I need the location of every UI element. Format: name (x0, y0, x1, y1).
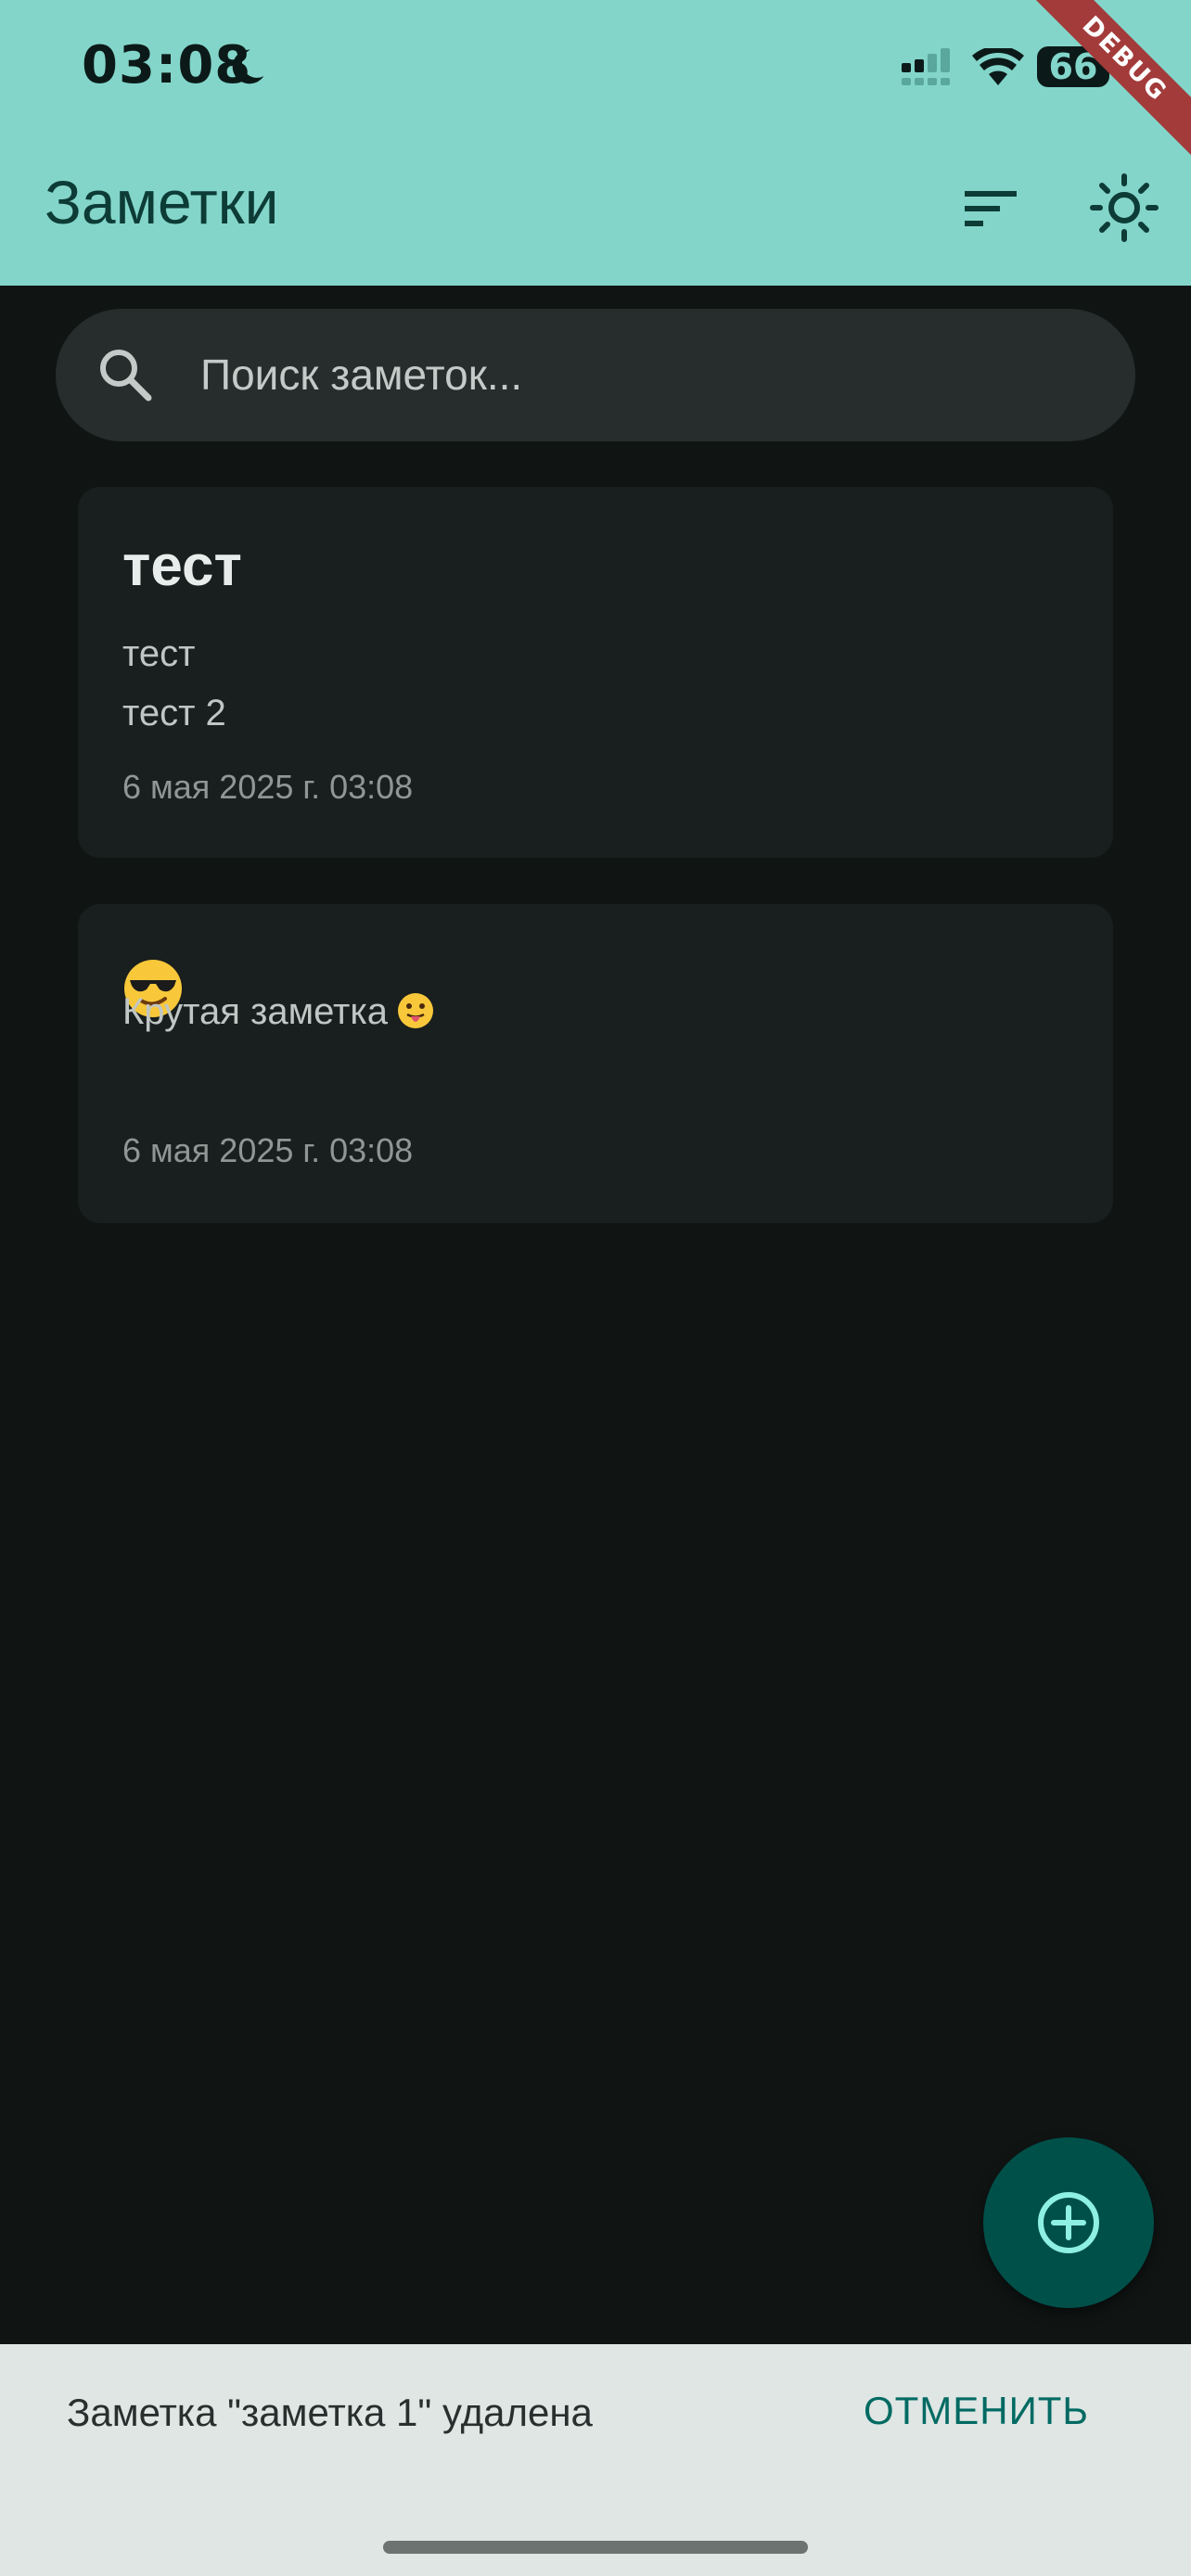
undo-button[interactable]: ОТМЕНИТЬ (864, 2389, 1089, 2433)
search-input[interactable]: Поиск заметок... (200, 350, 522, 400)
app-bar: 03:08 66 DEBUG Заметки (0, 0, 1191, 286)
note-date: 6 мая 2025 г. 03:08 (122, 1131, 414, 1169)
add-note-button[interactable] (983, 2137, 1154, 2308)
signal-icon (902, 48, 950, 85)
note-card[interactable]: тест тест тест 2 6 мая 2025 г. 03:08 (78, 487, 1113, 858)
note-body-line: тест (122, 633, 196, 674)
note-body: Крутая заметка (122, 982, 434, 1041)
note-body-line: тест 2 (122, 693, 226, 733)
snackbar-message: Заметка "заметка 1" удалена (67, 2391, 593, 2434)
tongue-emoji-icon (397, 993, 433, 1028)
sort-icon[interactable] (955, 176, 1030, 241)
search-bar[interactable]: Поиск заметок... (56, 309, 1135, 441)
note-card[interactable]: Крутая заметка 6 мая 2025 г. 03:08 (78, 904, 1113, 1223)
note-body-text: Крутая заметка (122, 991, 388, 1032)
sun-icon[interactable] (1087, 171, 1161, 245)
wifi-icon (972, 48, 1024, 85)
search-icon (100, 350, 152, 402)
add-circle-icon (1038, 2192, 1099, 2253)
home-indicator[interactable] (383, 2541, 808, 2554)
page-title: Заметки (45, 168, 279, 236)
moon-icon (232, 49, 264, 84)
note-title: тест (122, 534, 242, 598)
note-date: 6 мая 2025 г. 03:08 (122, 768, 414, 806)
